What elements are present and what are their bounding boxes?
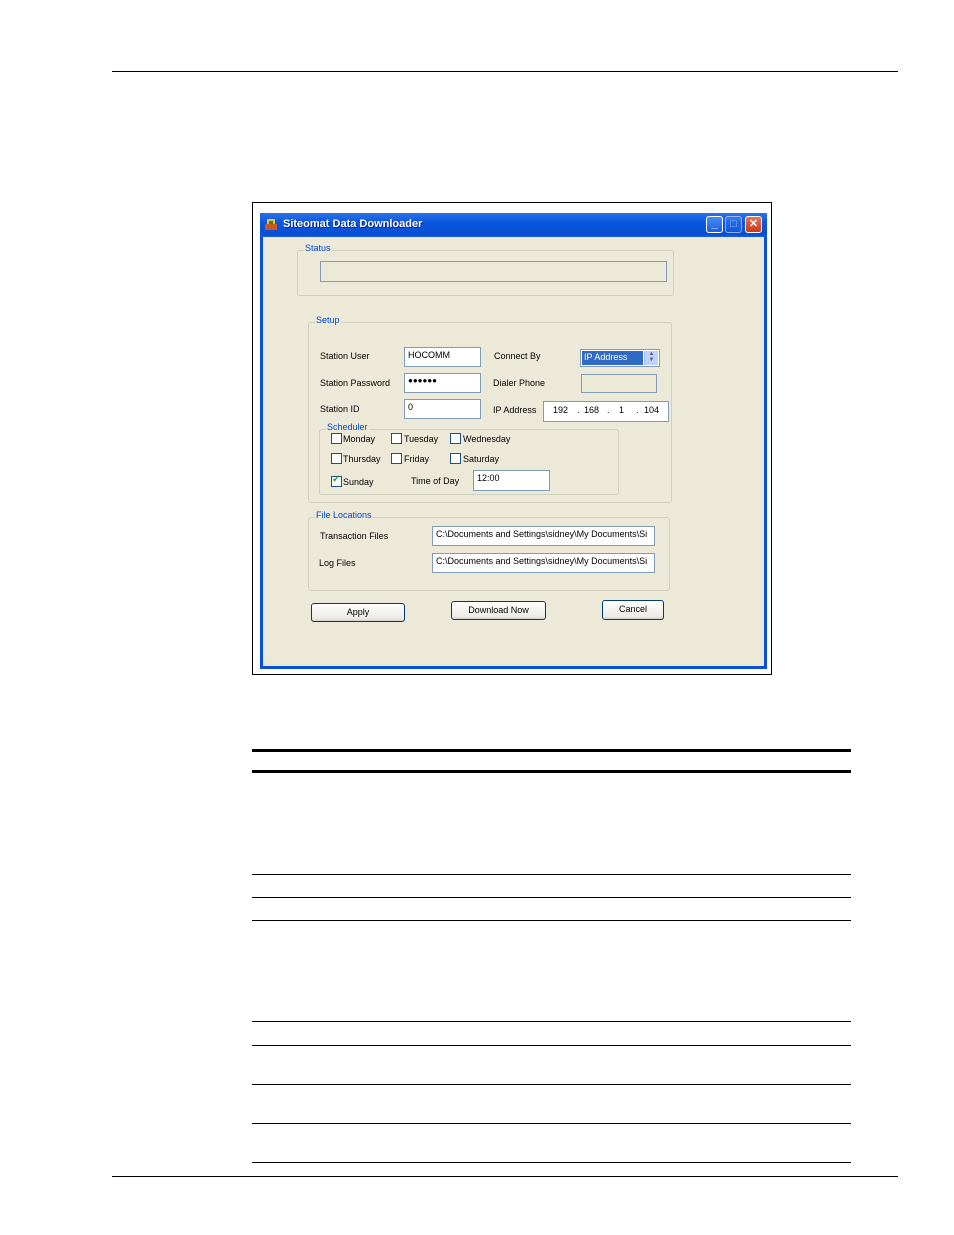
station-password-label: Station Password [320, 378, 391, 388]
transaction-files-input[interactable]: C:\Documents and Settings\sidney\My Docu… [432, 526, 655, 546]
station-user-input[interactable]: HOCOMM [404, 347, 481, 367]
table-row-rule [252, 897, 851, 898]
file-locations-group-label: File Locations [315, 510, 373, 520]
time-of-day-input[interactable]: 12:00 [473, 470, 550, 491]
log-files-input[interactable]: C:\Documents and Settings\sidney\My Docu… [432, 553, 655, 573]
sunday-label: Sunday [343, 477, 374, 487]
ip-address-label: IP Address [493, 405, 537, 415]
table-row-rule [252, 1021, 851, 1022]
dialer-phone-input[interactable] [581, 374, 657, 393]
status-group-label: Status [304, 243, 332, 253]
cancel-button[interactable]: Cancel [602, 600, 664, 620]
ip-octet-1: 192 [553, 405, 569, 415]
table-row-rule [252, 874, 851, 875]
ip-octet-2: 168 [584, 405, 600, 415]
connect-by-select[interactable]: IP Address ▲ ▼ [580, 349, 660, 367]
ip-address-input[interactable]: 192 . 168 . 1 . 104 [543, 401, 669, 422]
close-icon: ✕ [748, 218, 759, 230]
table-row-rule [252, 1162, 851, 1163]
transaction-files-label: Transaction Files [320, 531, 389, 541]
thursday-checkbox[interactable] [331, 453, 342, 464]
close-button[interactable]: ✕ [745, 216, 762, 233]
ip-dot-3: . [636, 405, 639, 415]
saturday-label: Saturday [463, 454, 500, 464]
ip-dot-1: . [577, 405, 580, 415]
tuesday-checkbox[interactable] [391, 433, 402, 444]
log-files-label: Log Files [319, 558, 356, 568]
table-row-rule [252, 1045, 851, 1046]
client-area: Status Setup Station User HOCOMM Connect… [263, 237, 764, 666]
ip-dot-2: . [607, 405, 610, 415]
app-icon [265, 219, 277, 230]
spin-arrows-icon[interactable]: ▲ ▼ [644, 351, 658, 365]
maximize-button[interactable]: □ [725, 216, 742, 233]
connect-by-value: IP Address [582, 351, 643, 365]
table-top-rule [252, 749, 851, 752]
time-of-day-label: Time of Day [411, 476, 460, 486]
window-title: Siteomat Data Downloader [283, 218, 423, 230]
scheduler-group-label: Scheduler [326, 422, 369, 432]
station-id-label: Station ID [320, 404, 360, 414]
thursday-label: Thursday [343, 454, 381, 464]
table-header-rule [252, 770, 851, 773]
page-footer-rule [112, 1176, 898, 1177]
app-window: Siteomat Data Downloader _ □ ✕ Status Se… [260, 213, 767, 669]
friday-label: Friday [404, 454, 430, 464]
ip-octet-4: 104 [644, 405, 660, 415]
saturday-checkbox[interactable] [450, 453, 461, 464]
sunday-checkbox[interactable] [331, 474, 342, 487]
ip-octet-3: 1 [619, 405, 625, 415]
setup-group-label: Setup [315, 315, 341, 325]
station-id-input[interactable]: 0 [404, 399, 481, 419]
dialer-phone-label: Dialer Phone [493, 378, 546, 388]
wednesday-checkbox[interactable] [450, 433, 461, 444]
station-user-label: Station User [320, 351, 370, 361]
table-row-rule [252, 920, 851, 921]
maximize-icon: □ [730, 218, 737, 230]
friday-checkbox[interactable] [391, 453, 402, 464]
title-bar[interactable]: Siteomat Data Downloader _ □ ✕ [260, 213, 767, 237]
connect-by-label: Connect By [494, 351, 541, 361]
table-row-rule [252, 1084, 851, 1085]
wednesday-label: Wednesday [463, 434, 511, 444]
status-field [320, 261, 667, 282]
table-row-rule [252, 1123, 851, 1124]
tuesday-label: Tuesday [404, 434, 439, 444]
page-header-rule [112, 71, 898, 72]
minimize-icon: _ [711, 218, 718, 230]
apply-button[interactable]: Apply [311, 603, 405, 622]
station-password-input[interactable]: ●●●●●● [404, 373, 481, 393]
download-now-button[interactable]: Download Now [451, 601, 546, 620]
minimize-button[interactable]: _ [706, 216, 723, 233]
monday-checkbox[interactable] [331, 433, 342, 444]
monday-label: Monday [343, 434, 376, 444]
